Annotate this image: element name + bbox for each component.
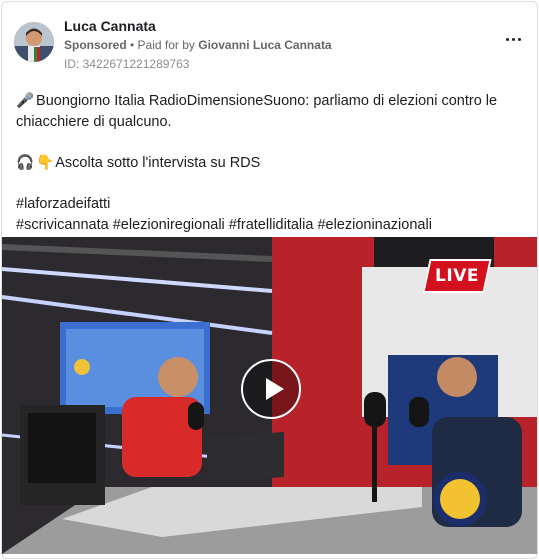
body-line-2-text: Ascolta sotto l'intervista su RDS (55, 155, 261, 171)
paid-for-name: Giovanni Luca Cannata (198, 38, 332, 52)
author-name[interactable]: Luca Cannata (64, 18, 156, 34)
meta-separator: • (126, 38, 138, 52)
post-header: Luca Cannata Sponsored • Paid for by Gio… (14, 18, 526, 74)
video-player[interactable]: LIVE (2, 237, 537, 554)
author-avatar[interactable] (14, 22, 54, 62)
post-body: 🎤 Buongiorno Italia RadioDimensioneSuono… (16, 91, 526, 236)
hashtag-line-2[interactable]: #scrivicannata #elezioniregionali #frate… (16, 215, 526, 236)
body-line-1-text: Buongiorno Italia RadioDimensioneSuono: … (16, 93, 498, 130)
microphone-icon: 🎤 (16, 93, 35, 109)
more-dot-icon (512, 38, 515, 41)
sponsored-label[interactable]: Sponsored (64, 38, 127, 52)
paid-for-prefix: Paid for by (137, 38, 199, 52)
hashtag-line-1[interactable]: #laforzadeifatti (16, 194, 526, 215)
body-line-2: 🎧 👇 Ascolta sotto l'intervista su RDS (16, 153, 526, 174)
body-line-1: 🎤 Buongiorno Italia RadioDimensioneSuono… (16, 91, 526, 133)
point-down-icon: 👇 (36, 155, 55, 171)
more-dot-icon (518, 38, 521, 41)
sponsored-meta: Sponsored • Paid for by Giovanni Luca Ca… (64, 38, 332, 52)
headphones-icon: 🎧 (16, 155, 35, 171)
ad-card: Luca Cannata Sponsored • Paid for by Gio… (1, 1, 538, 559)
live-badge-label: LIVE (435, 266, 479, 286)
more-options-button[interactable] (502, 30, 526, 50)
more-dot-icon (506, 38, 509, 41)
live-badge: LIVE (422, 259, 492, 293)
ad-id: ID: 3422671221289763 (64, 57, 190, 71)
play-icon[interactable] (241, 359, 301, 419)
